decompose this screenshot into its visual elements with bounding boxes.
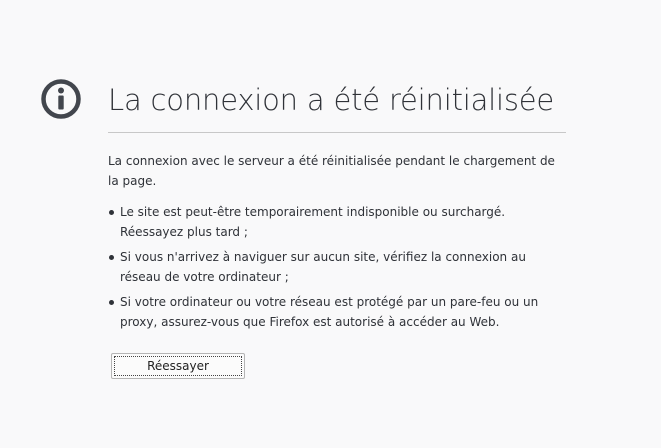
suggestion-item: Si vous n'arrivez à naviguer sur aucun s… [108,247,563,287]
error-title: La connexion a été réinitialisée [108,83,555,117]
bullet-icon [109,255,114,260]
bullet-icon [109,210,114,215]
title-divider [108,132,566,133]
suggestions-list: Le site est peut-être temporairement ind… [108,202,563,337]
error-description: La connexion avec le serveur a été réini… [108,154,555,188]
suggestion-item: Si votre ordinateur ou votre réseau est … [108,292,563,332]
error-page: La connexion a été réinitialisée La conn… [0,0,661,448]
retry-button-label: Réessayer [114,356,242,376]
suggestion-text: Si vous n'arrivez à naviguer sur aucun s… [120,250,526,284]
suggestion-text: Si votre ordinateur ou votre réseau est … [120,295,539,329]
bullet-icon [109,300,114,305]
info-icon [41,79,81,119]
suggestion-item: Le site est peut-être temporairement ind… [108,202,563,242]
retry-button[interactable]: Réessayer [111,353,245,379]
suggestion-text: Le site est peut-être temporairement ind… [120,205,506,239]
